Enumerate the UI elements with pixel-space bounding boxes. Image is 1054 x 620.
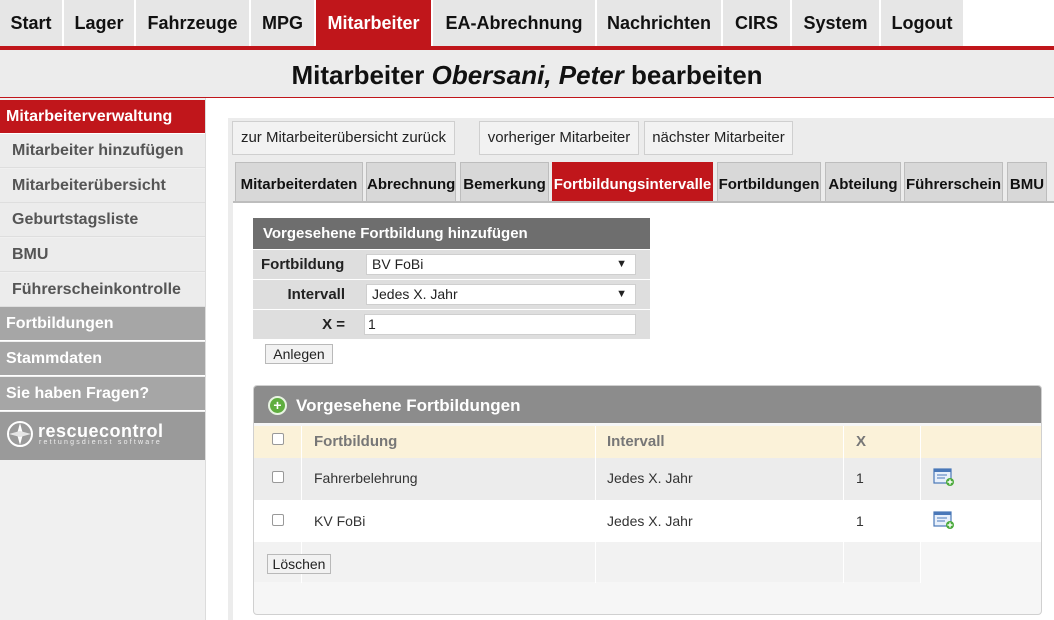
top-navigation: Start Lager Fahrzeuge MPG Mitarbeiter EA… xyxy=(0,0,1054,46)
form-row-intervall: Intervall Jedes X. Jahr ▼ xyxy=(253,279,650,309)
previous-employee-button[interactable]: vorheriger Mitarbeiter xyxy=(479,121,639,155)
column-divider xyxy=(843,426,844,583)
sidebar: Mitarbeiterverwaltung Mitarbeiter hinzuf… xyxy=(0,98,206,620)
select-all-checkbox[interactable] xyxy=(272,433,284,445)
edit-entry-icon[interactable] xyxy=(933,467,955,487)
sidebar-item-mitarbeiteruebersicht[interactable]: Mitarbeiterübersicht xyxy=(0,169,205,203)
fortbildung-label: Fortbildung xyxy=(261,256,345,273)
add-icon[interactable]: + xyxy=(268,396,287,415)
sidebar-item-fragen[interactable]: Sie haben Fragen? xyxy=(0,377,205,411)
x-input[interactable]: 1 xyxy=(364,314,636,335)
tab-bemerkung[interactable]: Bemerkung xyxy=(460,162,549,202)
logo-subtext: rettungsdienst software xyxy=(39,439,162,446)
form-row-fortbildung: Fortbildung BV FoBi ▼ xyxy=(253,249,650,279)
dropdown-arrow-icon: ▼ xyxy=(616,258,627,270)
intervall-label: Intervall xyxy=(287,286,345,303)
title-bar: Mitarbeiter Obersani, Peter bearbeiten xyxy=(0,50,1054,98)
nav-logout[interactable]: Logout xyxy=(881,0,963,46)
title-employee-name: Obersani, Peter xyxy=(431,60,624,90)
intervall-select[interactable]: Jedes X. Jahr ▼ xyxy=(366,284,636,305)
sidebar-item-mitarbeiter-hinzufuegen[interactable]: Mitarbeiter hinzufügen xyxy=(0,134,205,168)
planned-trainings-panel: Vorgesehene Fortbildungen + Fortbildung … xyxy=(253,385,1042,615)
row-checkbox[interactable] xyxy=(272,471,284,483)
sidebar-item-bmu[interactable]: BMU xyxy=(0,238,205,272)
column-header-x: X xyxy=(856,426,916,458)
x-label: X = xyxy=(322,316,345,333)
next-employee-button[interactable]: nächster Mitarbeiter xyxy=(644,121,793,155)
nav-ea-abrechnung[interactable]: EA-Abrechnung xyxy=(433,0,595,46)
column-divider xyxy=(595,426,596,583)
sidebar-item-fortbildungen[interactable]: Fortbildungen xyxy=(0,307,205,341)
row-fortbildung: Fahrerbelehrung xyxy=(314,470,418,486)
tab-bmu[interactable]: BMU xyxy=(1007,162,1047,202)
nav-cirs[interactable]: CIRS xyxy=(723,0,790,46)
row-intervall: Jedes X. Jahr xyxy=(607,513,693,529)
rescuecontrol-logo: rescuecontrol rettungsdienst software xyxy=(0,412,205,460)
fortbildung-select[interactable]: BV FoBi ▼ xyxy=(366,254,636,275)
nav-lager[interactable]: Lager xyxy=(64,0,134,46)
tab-fuehrerschein[interactable]: Führerschein xyxy=(904,162,1003,202)
add-training-form: Vorgesehene Fortbildung hinzufügen Fortb… xyxy=(253,218,650,339)
title-suffix: bearbeiten xyxy=(631,60,763,90)
intervall-select-value: Jedes X. Jahr xyxy=(372,286,458,302)
column-divider xyxy=(920,426,921,583)
panel-title: Vorgesehene Fortbildungen xyxy=(254,386,1041,423)
sidebar-item-geburtstagsliste[interactable]: Geburtstagsliste xyxy=(0,203,205,237)
nav-mpg[interactable]: MPG xyxy=(251,0,314,46)
page-title: Mitarbeiter Obersani, Peter bearbeiten xyxy=(0,50,1054,100)
row-x: 1 xyxy=(856,470,864,486)
title-prefix: Mitarbeiter xyxy=(291,60,425,90)
tab-fortbildungsintervalle[interactable]: Fortbildungsintervalle xyxy=(552,162,713,202)
nav-fahrzeuge[interactable]: Fahrzeuge xyxy=(136,0,249,46)
sidebar-item-mitarbeiterverwaltung[interactable]: Mitarbeiterverwaltung xyxy=(0,100,205,134)
form-row-x: X = 1 xyxy=(253,309,650,339)
tab-abteilung[interactable]: Abteilung xyxy=(825,162,901,202)
nav-mitarbeiter[interactable]: Mitarbeiter xyxy=(316,0,431,46)
nav-nachrichten[interactable]: Nachrichten xyxy=(597,0,721,46)
tab-mitarbeiterdaten[interactable]: Mitarbeiterdaten xyxy=(235,162,363,202)
column-header-intervall: Intervall xyxy=(607,426,847,458)
nav-system[interactable]: System xyxy=(792,0,879,46)
form-title: Vorgesehene Fortbildung hinzufügen xyxy=(253,218,650,249)
dropdown-arrow-icon: ▼ xyxy=(616,288,627,300)
row-checkbox[interactable] xyxy=(272,514,284,526)
row-x: 1 xyxy=(856,513,864,529)
nav-start[interactable]: Start xyxy=(0,0,62,46)
back-to-overview-button[interactable]: zur Mitarbeiterübersicht zurück xyxy=(232,121,455,155)
row-intervall: Jedes X. Jahr xyxy=(607,470,693,486)
delete-button[interactable]: Löschen xyxy=(267,554,331,574)
fortbildung-select-value: BV FoBi xyxy=(372,256,424,272)
tab-fortbildungen[interactable]: Fortbildungen xyxy=(717,162,821,202)
row-fortbildung: KV FoBi xyxy=(314,513,366,529)
column-header-fortbildung: Fortbildung xyxy=(314,426,594,458)
sidebar-item-fuehrerscheinkontrolle[interactable]: Führerscheinkontrolle xyxy=(0,273,205,307)
table-footer-row xyxy=(254,542,920,582)
anlegen-button[interactable]: Anlegen xyxy=(265,344,333,364)
tab-abrechnung[interactable]: Abrechnung xyxy=(366,162,456,202)
compass-icon xyxy=(7,421,33,447)
edit-entry-icon[interactable] xyxy=(933,510,955,530)
sidebar-item-stammdaten[interactable]: Stammdaten xyxy=(0,342,205,376)
